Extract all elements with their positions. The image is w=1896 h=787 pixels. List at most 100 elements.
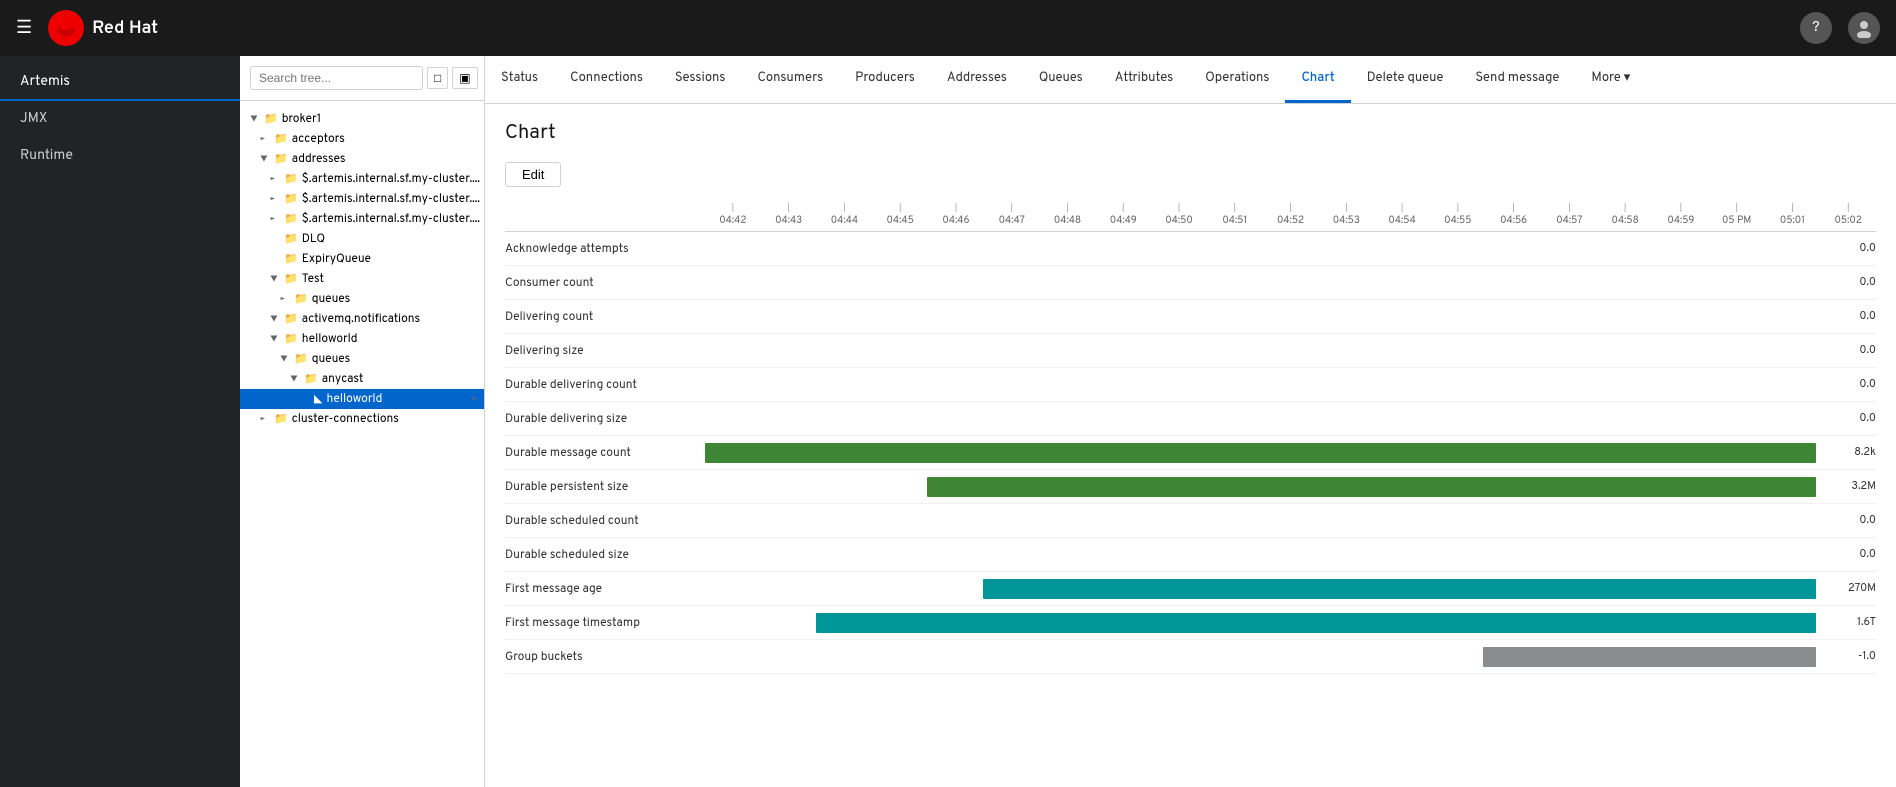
folder-icon: 📁 (284, 312, 298, 327)
tree-node-label: addresses (292, 151, 346, 167)
collapse-all-button[interactable]: ▣ (452, 67, 477, 89)
metric-label: Delivering count (505, 309, 705, 325)
metric-value: 0.0 (1816, 412, 1876, 426)
timeline-tick: 04:45 (872, 203, 928, 227)
metric-row: Durable delivering count0.0 (505, 368, 1876, 402)
tree-node-cluster-connections[interactable]: ► 📁 cluster-connections (240, 409, 484, 429)
metric-label: First message timestamp (505, 615, 705, 631)
tree-search-area: □ ▣ (240, 56, 484, 101)
tab-connections[interactable]: Connections (554, 56, 659, 103)
timeline-tick: 05 PM (1709, 203, 1765, 227)
expand-all-button[interactable]: □ (427, 67, 448, 89)
tree-node-anycast[interactable]: ▼ 📁 anycast (240, 369, 484, 389)
sidebar-item-jmx[interactable]: JMX (0, 101, 240, 138)
tree-node-label: acceptors (292, 131, 345, 147)
metric-row: Durable persistent size3.2M (505, 470, 1876, 504)
tab-chart[interactable]: Chart (1285, 56, 1350, 103)
tab-sessions[interactable]: Sessions (659, 56, 742, 103)
folder-icon: 📁 (284, 192, 298, 207)
metric-label: Durable delivering size (505, 411, 705, 427)
metric-chart-area (705, 543, 1816, 567)
tree-node-expiryqueue[interactable]: 📁 ExpiryQueue (240, 249, 484, 269)
user-avatar[interactable] (1848, 12, 1880, 44)
folder-icon: 📁 (304, 372, 318, 387)
tree-node-broker1[interactable]: ▼ 📁 broker1 (240, 109, 484, 129)
tab-send-message[interactable]: Send message (1459, 56, 1575, 103)
tree-node-label: cluster-connections (292, 411, 399, 427)
timeline-tick: 04:55 (1430, 203, 1486, 227)
metric-label: Durable message count (505, 445, 705, 461)
folder-icon: 📁 (284, 332, 298, 347)
tab-addresses[interactable]: Addresses (931, 56, 1023, 103)
timeline-tick: 04:46 (928, 203, 984, 227)
timeline-tick: 04:49 (1095, 203, 1151, 227)
top-navigation: ☰ Red Hat ? (0, 0, 1896, 56)
timeline-tick: 04:59 (1653, 203, 1709, 227)
tree-node-label: queues (312, 291, 351, 307)
tree-node-helloworld-queues[interactable]: ▼ 📁 queues (240, 349, 484, 369)
tabs-bar: Status Connections Sessions Consumers Pr… (485, 56, 1896, 104)
tree-node-acceptors[interactable]: ► 📁 acceptors (240, 129, 484, 149)
metric-label: First message age (505, 581, 705, 597)
metric-value: 8.2k (1816, 446, 1876, 460)
tab-operations[interactable]: Operations (1189, 56, 1285, 103)
tree-node-helloworld[interactable]: ▼ 📁 helloworld (240, 329, 484, 349)
tree-node-test-queues[interactable]: ► 📁 queues (240, 289, 484, 309)
arrow-icon: ► (472, 393, 484, 406)
search-input[interactable] (250, 66, 423, 90)
chart-timeline: 04:4204:4304:4404:4504:4604:4704:4804:49… (505, 203, 1876, 232)
metric-chart-area (705, 373, 1816, 397)
tree-node-artemis-internal-2[interactable]: ► 📁 $.artemis.internal.sf.my-cluster.... (240, 189, 484, 209)
timeline-ticks: 04:4204:4304:4404:4504:4604:4704:4804:49… (705, 203, 1876, 227)
folder-icon: 📁 (274, 412, 288, 427)
folder-icon: 📁 (294, 292, 308, 307)
queue-icon: ◣ (314, 392, 322, 407)
edit-button[interactable]: Edit (505, 162, 561, 187)
tree-node-addresses[interactable]: ▼ 📁 addresses (240, 149, 484, 169)
metric-value: 0.0 (1816, 514, 1876, 528)
chart-area: Chart Edit 04:4204:4304:4404:4504:4604:4… (485, 104, 1896, 787)
tree-node-dlq[interactable]: 📁 DLQ (240, 229, 484, 249)
hamburger-icon[interactable]: ☰ (16, 17, 32, 40)
tab-consumers[interactable]: Consumers (741, 56, 839, 103)
tree-node-helloworld-selected[interactable]: ◣ helloworld ► (240, 389, 484, 409)
app-body: Artemis JMX Runtime □ ▣ ▼ 📁 broker1 (0, 56, 1896, 787)
timeline-tick: 04:54 (1374, 203, 1430, 227)
tree-node-artemis-internal-1[interactable]: ► 📁 $.artemis.internal.sf.my-cluster.... (240, 169, 484, 189)
tree-node-test[interactable]: ▼ 📁 Test (240, 269, 484, 289)
sidebar-item-runtime[interactable]: Runtime (0, 138, 240, 175)
tree-node-activemq-notifications[interactable]: ▼ 📁 activemq.notifications (240, 309, 484, 329)
sidebar-item-artemis[interactable]: Artemis (0, 64, 240, 101)
tab-delete-queue[interactable]: Delete queue (1351, 56, 1460, 103)
tab-queues[interactable]: Queues (1023, 56, 1099, 103)
help-icon[interactable]: ? (1800, 12, 1832, 44)
nav-right: ? (1800, 12, 1880, 44)
folder-icon: 📁 (284, 212, 298, 227)
tree-node-label: anycast (322, 371, 364, 387)
folder-icon: 📁 (274, 152, 288, 167)
metric-row: Delivering size 0.0 (505, 334, 1876, 368)
metric-value: 0.0 (1816, 344, 1876, 358)
metric-label: Durable delivering count (505, 377, 705, 393)
metric-chart-area (705, 475, 1816, 499)
tree-node-label: broker1 (282, 111, 321, 127)
page-title: Chart (505, 120, 1876, 146)
tree-node-artemis-internal-3[interactable]: ► 📁 $.artemis.internal.sf.my-cluster.... (240, 209, 484, 229)
tree-node-label: $.artemis.internal.sf.my-cluster.... (302, 171, 480, 187)
metric-chart-area (705, 305, 1816, 329)
tree-node-label: $.artemis.internal.sf.my-cluster.... (302, 191, 480, 207)
metric-row: Group buckets-1.0 (505, 640, 1876, 674)
redhat-logo (48, 10, 84, 46)
metric-label: Delivering size (505, 343, 705, 359)
metric-label: Durable scheduled count (505, 513, 705, 529)
redhat-hat-icon (55, 17, 77, 39)
folder-icon: 📁 (264, 112, 278, 127)
timeline-tick: 04:57 (1541, 203, 1597, 227)
tab-attributes[interactable]: Attributes (1099, 56, 1189, 103)
metric-value: 0.0 (1816, 276, 1876, 290)
tab-producers[interactable]: Producers (839, 56, 931, 103)
tab-status[interactable]: Status (485, 56, 554, 103)
metric-chart-area (705, 509, 1816, 533)
folder-icon: 📁 (274, 132, 288, 147)
tab-more[interactable]: More ▾ (1575, 56, 1646, 103)
